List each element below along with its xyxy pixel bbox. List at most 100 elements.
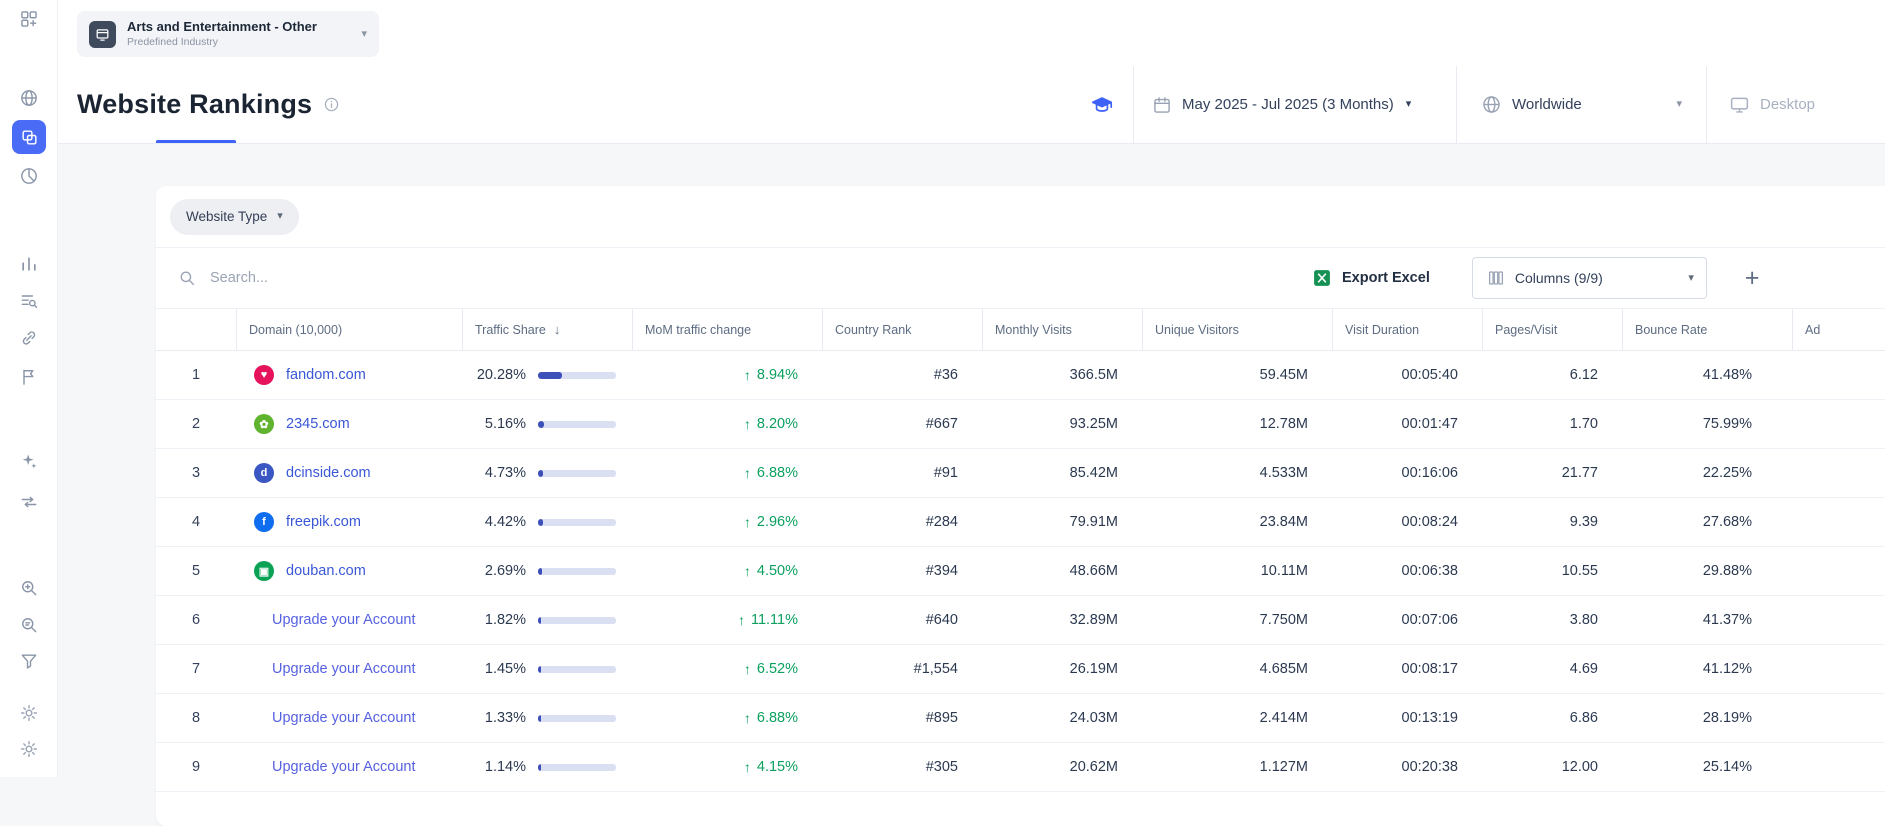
integrations-gear-icon[interactable] [12, 696, 46, 730]
page-header: Website Rankings May 2025 - Jul 2025 (3 … [58, 66, 1885, 144]
column-header[interactable]: Visit Duration [1332, 309, 1482, 350]
monthly-visits-cell: 26.19M [982, 645, 1142, 693]
workspace-icon[interactable] [12, 2, 46, 36]
column-header[interactable]: Bounce Rate [1622, 309, 1792, 350]
info-icon[interactable] [323, 96, 340, 113]
column-header[interactable]: Domain (10,000) [236, 309, 462, 350]
pages-per-visit-cell: 12.00 [1482, 743, 1622, 791]
column-header[interactable]: MoM traffic change [632, 309, 822, 350]
academy-button[interactable] [1071, 66, 1133, 143]
upgrade-account-link[interactable]: Upgrade your Account [272, 612, 415, 628]
device-value: Desktop [1760, 96, 1815, 113]
traffic-share-cell: 1.45% [462, 645, 632, 693]
ai-sparkles-icon[interactable] [12, 444, 46, 478]
mom-change-cell: ↑6.88% [632, 449, 822, 497]
pages-per-visit-cell: 1.70 [1482, 400, 1622, 448]
search-insights-icon[interactable] [12, 608, 46, 642]
column-header[interactable]: Ad [1792, 309, 1885, 350]
website-type-filter[interactable]: Website Type ▾ [170, 199, 299, 235]
table-row: 6Upgrade your Account1.82%↑11.11%#64032.… [156, 596, 1885, 645]
trend-up-icon: ↑ [744, 367, 751, 383]
ads-cell [1792, 694, 1885, 742]
page-title: Website Rankings [77, 89, 312, 120]
country-rank-cell: #667 [822, 400, 982, 448]
domain-link[interactable]: douban.com [286, 563, 366, 579]
visit-duration-cell: 00:01:47 [1332, 400, 1482, 448]
search-input[interactable] [208, 269, 528, 287]
settings-gear-icon[interactable] [12, 732, 46, 766]
site-favicon: ▣ [254, 561, 274, 581]
bounce-rate-cell: 75.99% [1622, 400, 1792, 448]
rank-cell: 2 [156, 400, 236, 448]
rankings-card: Website Type ▾ Export Excel [156, 186, 1885, 826]
ads-cell [1792, 645, 1885, 693]
domain-link[interactable]: fandom.com [286, 367, 366, 383]
unique-visitors-cell: 23.84M [1142, 498, 1332, 546]
site-favicon: ✿ [254, 414, 274, 434]
table-toolbar: Export Excel Columns (9/9) ▾ + [156, 248, 1885, 309]
columns-icon [1487, 269, 1505, 287]
market-share-icon[interactable] [12, 159, 46, 193]
traffic-share-cell: 20.28% [462, 351, 632, 399]
benchmark-icon[interactable] [12, 247, 46, 281]
filter-funnel-icon[interactable] [12, 644, 46, 678]
industry-analysis-icon[interactable] [12, 120, 46, 154]
website-analysis-icon[interactable] [12, 81, 46, 115]
column-header[interactable]: Traffic Share↓ [462, 309, 632, 350]
column-header[interactable]: Monthly Visits [982, 309, 1142, 350]
bounce-rate-cell: 41.48% [1622, 351, 1792, 399]
compare-icon[interactable] [12, 485, 46, 519]
column-header[interactable]: Pages/Visit [1482, 309, 1622, 350]
site-favicon: ♥ [254, 365, 274, 385]
export-excel-button[interactable]: Export Excel [1306, 267, 1436, 289]
mom-change-cell: ↑6.88% [632, 694, 822, 742]
device-selector[interactable]: Desktop [1707, 66, 1885, 143]
site-favicon: f [254, 512, 274, 532]
monthly-visits-cell: 79.91M [982, 498, 1142, 546]
trend-up-icon: ↑ [744, 759, 751, 775]
header-controls: May 2025 - Jul 2025 (3 Months) ▾ Worldwi… [1071, 66, 1885, 143]
industry-selector[interactable]: Arts and Entertainment - Other Predefine… [77, 11, 379, 57]
zoom-in-icon[interactable] [12, 571, 46, 605]
table-row: 5▣douban.com2.69%↑4.50%#39448.66M10.11M0… [156, 547, 1885, 596]
rank-cell: 4 [156, 498, 236, 546]
domain-cell: d dcinside.com [236, 449, 462, 497]
traffic-share-bar [538, 421, 616, 428]
reports-icon[interactable] [12, 360, 46, 394]
table-row: 7Upgrade your Account1.45%↑6.52%#1,55426… [156, 645, 1885, 694]
rank-cell: 7 [156, 645, 236, 693]
domain-link[interactable]: dcinside.com [286, 465, 371, 481]
country-rank-cell: #895 [822, 694, 982, 742]
country-rank-cell: #1,554 [822, 645, 982, 693]
domain-link[interactable]: freepik.com [286, 514, 361, 530]
trend-up-icon: ↑ [744, 710, 751, 726]
link-icon[interactable] [12, 321, 46, 355]
keyword-list-icon[interactable] [12, 284, 46, 318]
add-button[interactable]: + [1739, 265, 1766, 292]
columns-selector[interactable]: Columns (9/9) ▾ [1472, 257, 1707, 299]
industry-subtitle: Predefined Industry [127, 36, 317, 49]
visit-duration-cell: 00:05:40 [1332, 351, 1482, 399]
globe-icon [1481, 94, 1502, 115]
date-range-value: May 2025 - Jul 2025 (3 Months) [1182, 96, 1394, 113]
table-row: 8Upgrade your Account1.33%↑6.88%#89524.0… [156, 694, 1885, 743]
domain-link[interactable]: 2345.com [286, 416, 350, 432]
domain-cell: ▣ douban.com [236, 547, 462, 595]
table-row: 3ddcinside.com4.73%↑6.88%#9185.42M4.533M… [156, 449, 1885, 498]
region-selector[interactable]: Worldwide ▾ [1457, 66, 1706, 143]
monthly-visits-cell: 24.03M [982, 694, 1142, 742]
upgrade-account-link[interactable]: Upgrade your Account [272, 710, 415, 726]
table-row: 4ffreepik.com4.42%↑2.96%#28479.91M23.84M… [156, 498, 1885, 547]
traffic-share-bar [538, 666, 616, 673]
bounce-rate-cell: 41.37% [1622, 596, 1792, 644]
column-header[interactable]: Unique Visitors [1142, 309, 1332, 350]
table-header-row: Domain (10,000)Traffic Share↓MoM traffic… [156, 309, 1885, 351]
content-area: Website Type ▾ Export Excel [58, 144, 1885, 777]
upgrade-account-link[interactable]: Upgrade your Account [272, 661, 415, 677]
date-range-selector[interactable]: May 2025 - Jul 2025 (3 Months) ▾ [1134, 66, 1456, 143]
upgrade-account-link[interactable]: Upgrade your Account [272, 759, 415, 775]
visit-duration-cell: 00:16:06 [1332, 449, 1482, 497]
site-favicon: d [254, 463, 274, 483]
sort-descending-icon[interactable]: ↓ [554, 322, 561, 337]
column-header[interactable]: Country Rank [822, 309, 982, 350]
